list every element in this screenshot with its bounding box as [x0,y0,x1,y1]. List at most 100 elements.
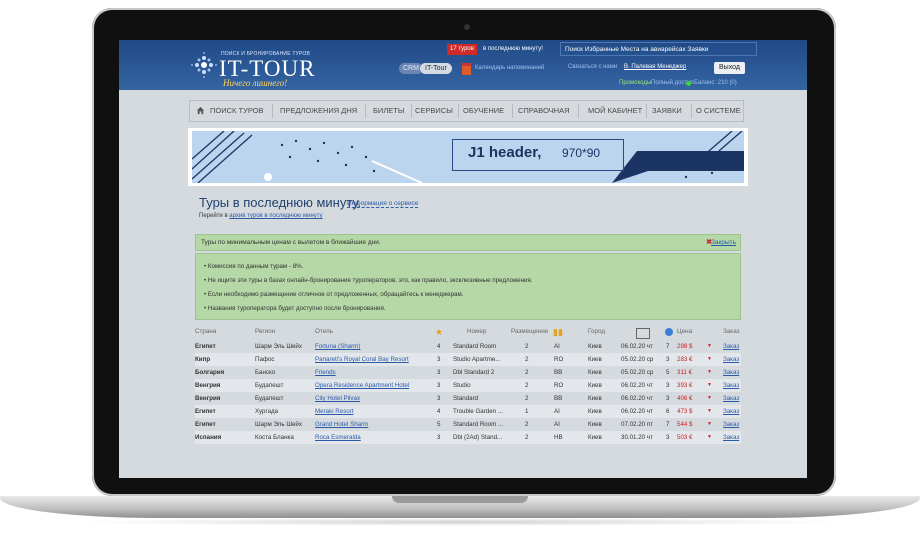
order-link[interactable]: Заказ [723,340,739,353]
hotel-link[interactable]: Panareti's Royal Coral Bay Resort [315,353,409,366]
hotel-link[interactable]: Grand Hotel Sharm [315,418,368,431]
globe-icon[interactable] [665,328,673,336]
col-accommodation[interactable]: Размещение [511,328,548,335]
col-room[interactable]: Номер [467,328,486,335]
col-price[interactable]: Цена [677,328,692,335]
nav-item-deals[interactable]: ПРЕДЛОЖЕНИЯ ДНЯ [280,101,357,121]
col-city[interactable]: Город [588,328,605,335]
order-link[interactable]: Заказ [723,366,739,379]
nav-separator [272,104,273,118]
exit-button[interactable]: Выход [714,62,745,74]
cell-meal: BB [554,395,563,402]
archive-link[interactable]: архив туров в последнюю минуту [229,213,322,219]
cell-stars: 4 [437,343,441,350]
table-row: Египет Хургада Meraki Resort 4 Trouble Garde… [195,405,741,418]
order-link[interactable]: Заказ [723,405,739,418]
cell-region: Будапешт [255,395,284,402]
nav-separator [512,104,513,118]
cell-stars: 5 [437,421,441,428]
last-minute-badge[interactable]: 17 туров [447,44,477,55]
order-link[interactable]: Заказ [723,392,739,405]
calendar-link[interactable]: Календарь напоминаний [475,63,544,74]
nav-item-training[interactable]: ОБУЧЕНИЕ [463,101,504,121]
people-icon[interactable]: ▮▮ [553,327,563,338]
ittour-switch[interactable]: IT-Tour [420,63,452,74]
cell-room: Dbl (2Ad) Stand... [453,434,503,441]
price-down-icon: ▼ [707,356,712,362]
notice-item: • Названия туроператора будет доступно п… [204,305,386,312]
order-link[interactable]: Заказ [723,431,739,444]
star-icon[interactable]: ★ [435,327,443,338]
cell-country: Испания [195,434,222,441]
hotel-link[interactable]: City Hotel Pilvax [315,392,360,405]
cell-city: Киев [588,395,602,402]
main-nav: ПОИСК ТУРОВ ПРЕДЛОЖЕНИЯ ДНЯ БИЛЕТЫ СЕРВИ… [189,100,744,122]
nav-separator [691,104,692,118]
cell-city: Киев [588,369,602,376]
balance-text: Баланс: 210 (0) [694,80,737,86]
nav-item-reference[interactable]: СПРАВОЧНАЯ [518,101,570,121]
info-link[interactable]: Информация о сервисе [347,200,419,208]
order-link[interactable]: Заказ [723,379,739,392]
col-region[interactable]: Регион [255,328,275,335]
cell-stars: 3 [437,382,441,389]
contact-link[interactable]: Связаться с нами [568,64,617,70]
cell-people: 2 [525,369,529,376]
notice-header: Туры по минимальным ценам с вылетом в бл… [195,234,741,251]
notice-body: • Комиссия по данным турам - 8%. • Не ищ… [195,253,741,320]
order-link[interactable]: Заказ [723,418,739,431]
archive-prefix: Перейти в [199,213,230,219]
cell-country: Египет [195,421,216,428]
cell-price: 393 € [677,382,693,389]
hotel-link[interactable]: Roca Esmeralda [315,431,361,444]
cell-country: Кипр [195,356,211,363]
price-down-icon: ▼ [707,343,712,349]
table-row: Венгрия Будапешт Opera Residence Apartment… [195,379,741,392]
cell-people: 2 [525,395,529,402]
cell-room: Dbl Standard 2 [453,369,495,376]
laptop-notch [392,496,528,503]
nav-separator [458,104,459,118]
col-order: Заказ [723,328,740,335]
nav-item-about[interactable]: О СИСТЕМЕ [696,101,741,121]
cell-country: Египет [195,408,216,415]
banner-graphic: J1 header, 970*90 [192,131,744,183]
cell-country: Венгрия [195,395,221,402]
notice-item: • Комиссия по данным турам - 8%. [204,263,304,270]
notice-item: • Если необходимо размещение отличное от… [204,291,464,298]
ad-banner[interactable]: J1 header, 970*90 [188,128,748,186]
cell-price: 503 € [677,434,693,441]
nav-separator [646,104,647,118]
hotel-link[interactable]: Friends [315,366,336,379]
hotel-link[interactable]: Fortuna (Sharm) [315,340,360,353]
hotel-link[interactable]: Meraki Resort [315,405,354,418]
cell-nights: 7 [666,421,670,428]
cell-nights: 7 [666,343,670,350]
col-country[interactable]: Страна [195,328,216,335]
banner-size: 970*90 [562,146,601,160]
nav-item-search[interactable]: ПОИСК ТУРОВ [210,101,264,121]
price-down-icon: ▼ [707,408,712,414]
nav-item-tickets[interactable]: БИЛЕТЫ [373,101,404,121]
manager-link[interactable]: В. Палевая Менеджер [624,64,686,70]
order-link[interactable]: Заказ [723,353,739,366]
cell-region: Банско [255,369,276,376]
nav-item-orders[interactable]: ЗАЯВКИ [652,101,682,121]
col-hotel[interactable]: Отель [315,328,333,335]
nav-item-services[interactable]: СЕРВИСЫ [415,101,453,121]
hotel-link[interactable]: Opera Residence Apartment Hotel [315,379,409,392]
home-icon[interactable] [196,106,205,115]
nav-item-cabinet[interactable]: МОЙ КАБИНЕТ [588,101,642,121]
cell-country: Болгария [195,369,225,376]
last-minute-text[interactable]: в последнюю минуту! [483,44,543,55]
calendar-icon[interactable] [462,63,471,75]
promo-link[interactable]: Промокоды [619,80,651,86]
cell-stars: 4 [437,408,441,415]
cell-nights: 3 [666,395,670,402]
table-row: Египет Шарм Эль Шейх Grand Hotel Sharm 5 Sta… [195,418,741,431]
close-button[interactable]: Закрыть [711,235,736,250]
cell-people: 2 [525,434,529,441]
top-links[interactable]: Поиск Избранные Места на авиарейсах Заяв… [560,42,757,56]
calendar-icon[interactable] [636,328,650,339]
cell-region: Шарм Эль Шейх [255,421,302,428]
